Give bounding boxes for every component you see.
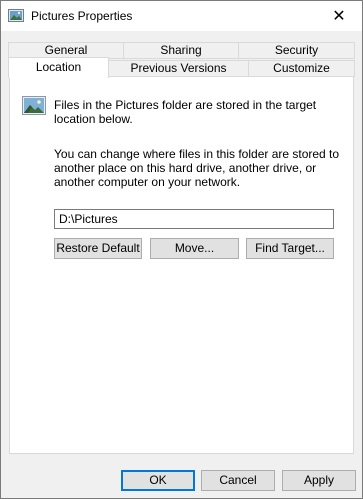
tab-label: Location xyxy=(35,60,82,74)
title-bar[interactable]: Pictures Properties ✕ xyxy=(1,1,362,31)
tab-label: Security xyxy=(274,43,319,57)
tab-customize[interactable]: Customize xyxy=(248,60,355,77)
cancel-button[interactable]: Cancel xyxy=(201,470,275,491)
target-path-input[interactable] xyxy=(54,209,334,229)
location-tab-panel: Files in the Pictures folder are stored … xyxy=(9,76,354,454)
tab-label: Previous Versions xyxy=(130,61,227,75)
restore-default-button[interactable]: Restore Default xyxy=(54,238,142,259)
tab-security[interactable]: Security xyxy=(238,42,355,59)
ok-button[interactable]: OK xyxy=(121,470,195,491)
close-button[interactable]: ✕ xyxy=(316,1,362,31)
location-description: Files in the Pictures folder are stored … xyxy=(54,98,317,126)
tab-sharing[interactable]: Sharing xyxy=(123,42,239,59)
tab-label: Customize xyxy=(273,61,330,75)
properties-window: Pictures Properties ✕ General Sharing Se… xyxy=(0,0,363,499)
find-target-button[interactable]: Find Target... xyxy=(246,238,334,259)
apply-button[interactable]: Apply xyxy=(282,470,356,491)
tab-previous-versions[interactable]: Previous Versions xyxy=(108,60,249,77)
pictures-library-icon xyxy=(22,96,46,115)
tab-label: General xyxy=(44,43,88,57)
window-title: Pictures Properties xyxy=(31,9,133,23)
tab-label: Sharing xyxy=(160,43,202,57)
tab-location[interactable]: Location xyxy=(8,57,109,78)
close-icon: ✕ xyxy=(332,8,346,25)
move-button[interactable]: Move... xyxy=(150,238,239,259)
pictures-folder-icon xyxy=(8,9,24,22)
location-info-text: You can change where files in this folde… xyxy=(54,147,340,189)
